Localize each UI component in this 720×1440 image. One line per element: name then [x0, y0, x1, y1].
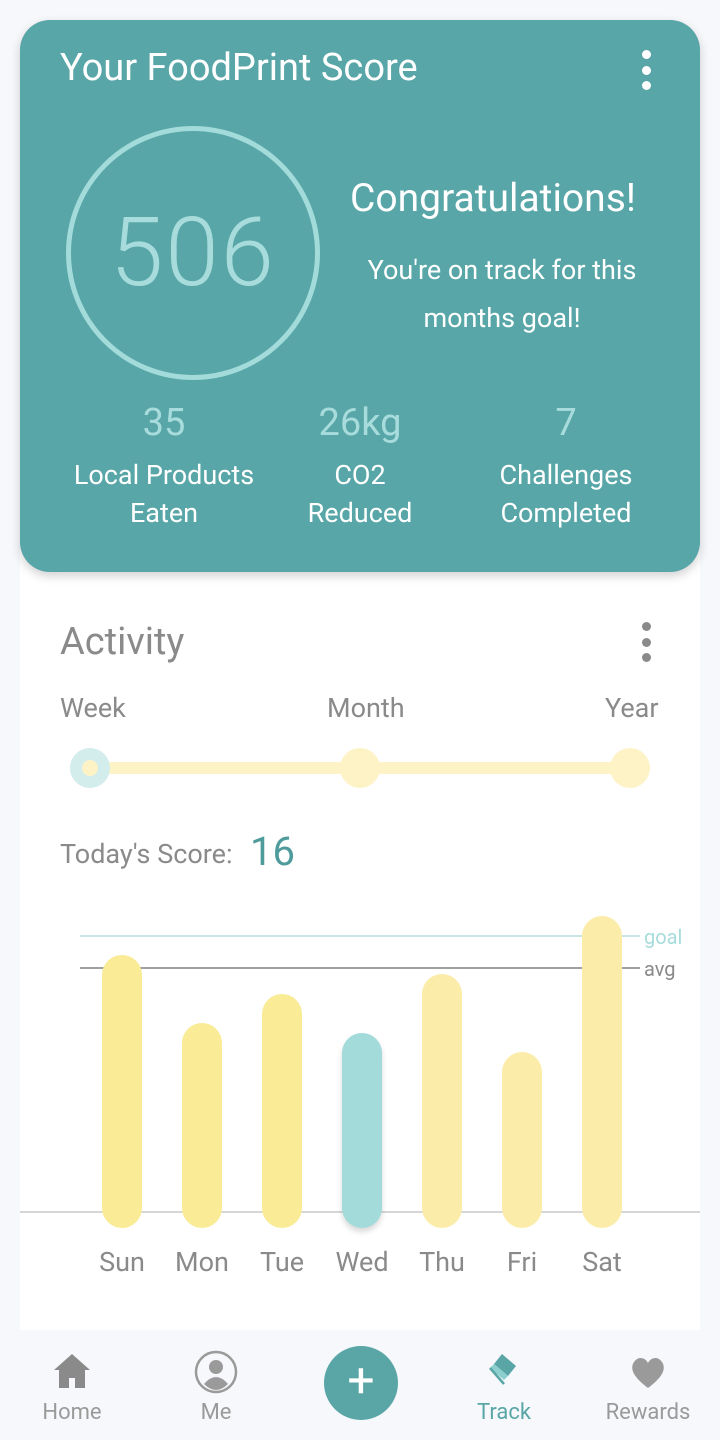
slider-knob-week[interactable]	[70, 748, 110, 788]
congrats-message: You're on track for this months goal!	[367, 254, 637, 334]
avg-label: avg	[644, 957, 676, 981]
bar-sun[interactable]	[102, 954, 142, 1228]
stat-value: 26kg	[318, 401, 402, 445]
bar-wed[interactable]	[342, 1032, 382, 1228]
todays-score-value: 16	[250, 828, 295, 875]
nav-track[interactable]: Track	[432, 1330, 576, 1440]
day-label-wed: Wed	[335, 1246, 389, 1278]
activity-menu-icon[interactable]	[640, 622, 652, 662]
user-icon	[194, 1350, 238, 1394]
bar-thu[interactable]	[422, 974, 462, 1228]
period-month-label[interactable]: Month	[327, 692, 405, 724]
nav-home-label: Home	[42, 1400, 102, 1425]
bar-tue[interactable]	[262, 993, 302, 1228]
day-label-mon: Mon	[175, 1246, 229, 1278]
home-icon	[54, 1354, 90, 1388]
nav-rewards[interactable]: Rewards	[576, 1330, 720, 1440]
goal-label: goal	[644, 925, 683, 949]
bar-fri[interactable]	[502, 1052, 542, 1228]
period-week-label[interactable]: Week	[60, 692, 126, 724]
stat-value: 7	[555, 401, 577, 445]
score-card-menu-icon[interactable]	[640, 50, 652, 90]
day-label-fri: Fri	[506, 1246, 538, 1278]
heart-icon	[632, 1357, 664, 1388]
slider-stop-month[interactable]	[340, 748, 380, 788]
stat-challenges-completed: 7 Challenges Completed	[456, 400, 676, 532]
nav-home[interactable]: Home	[0, 1330, 144, 1440]
activity-title: Activity	[60, 620, 185, 664]
stat-label: Local Products Eaten	[73, 459, 255, 529]
day-label-thu: Thu	[419, 1246, 465, 1278]
congrats-heading: Congratulations!	[350, 175, 636, 221]
nav-track-label: Track	[477, 1400, 531, 1425]
card-title: Your FoodPrint Score	[60, 46, 418, 90]
todays-score-label: Today's Score:	[60, 838, 233, 870]
nav-me[interactable]: Me	[144, 1330, 288, 1440]
stat-label: CO2 Reduced	[307, 459, 413, 529]
bar-mon[interactable]	[182, 1023, 222, 1228]
goal-line	[80, 935, 640, 937]
slider-stop-year[interactable]	[610, 748, 650, 788]
nav-me-label: Me	[200, 1400, 232, 1425]
stat-label: Challenges Completed	[499, 459, 633, 529]
plus-icon: +	[347, 1352, 375, 1409]
day-label-tue: Tue	[259, 1246, 305, 1278]
stat-local-products: 35 Local Products Eaten	[54, 400, 274, 532]
score-value: 506	[110, 197, 276, 309]
add-button[interactable]: +	[324, 1346, 398, 1420]
eraser-icon	[489, 1354, 516, 1385]
avg-line	[80, 967, 640, 969]
nav-rewards-label: Rewards	[605, 1400, 691, 1425]
score-card: Your FoodPrint Score 506 Congratulations…	[20, 20, 700, 572]
period-year-label[interactable]: Year	[605, 692, 659, 724]
bottom-nav: Home Me + Track Rewards	[0, 1330, 720, 1440]
day-label-sun: Sun	[99, 1246, 145, 1278]
stat-value: 35	[142, 401, 186, 445]
day-label-sat: Sat	[582, 1246, 622, 1278]
bar-sat[interactable]	[582, 915, 622, 1228]
score-ring: 506	[66, 126, 320, 380]
stat-co2-reduced: 26kg CO2 Reduced	[250, 400, 470, 532]
